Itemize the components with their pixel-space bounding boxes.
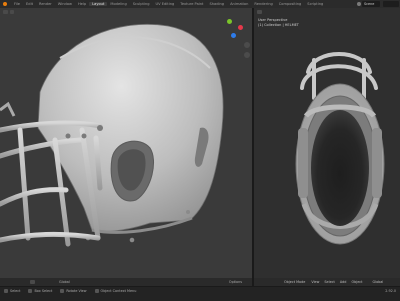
helmet-side-view [0,23,224,247]
gizmo-z-axis[interactable] [231,33,236,38]
mouse-drag-icon [28,288,33,293]
workspace-tabs: File Edit Render Window Help Layout Modeling Sc… [11,2,326,6]
right-3d-viewport[interactable]: User Perspective (1) Collection | HELMET [254,8,400,286]
status-select: Select [10,288,21,293]
right-transform-orientation[interactable]: Global [373,280,384,284]
object-menu[interactable]: Object [351,280,362,284]
pan-icon[interactable] [244,52,250,58]
tab-shading[interactable]: Shading [206,2,227,6]
helmet-bottom-view [295,52,385,245]
tab-file[interactable]: File [11,2,23,6]
tab-edit[interactable]: Edit [23,2,36,6]
tab-render[interactable]: Render [36,2,55,6]
tab-rendering[interactable]: Rendering [251,2,275,6]
tab-sculpting[interactable]: Sculpting [130,2,153,6]
status-context-menu: Object Context Menu [100,288,137,293]
tab-animation[interactable]: Animation [227,2,251,6]
mouse-right-icon [94,288,99,293]
left-viewport-footer: Global Options [0,278,252,286]
blender-logo[interactable] [2,1,8,7]
select-menu[interactable]: Select [324,280,334,284]
gizmo-x-axis[interactable] [238,25,243,30]
tab-window[interactable]: Window [55,2,75,6]
tab-modeling[interactable]: Modeling [107,2,129,6]
tab-compositing[interactable]: Compositing [276,2,305,6]
tab-scripting[interactable]: Scripting [304,2,326,6]
mouse-middle-icon [60,288,65,293]
zoom-icon[interactable] [244,42,250,48]
helmet-interior [311,110,369,226]
status-bar: Select Box Select Rotate View Object Con… [0,286,400,301]
tab-uv-editing[interactable]: UV Editing [153,2,178,6]
status-box-select: Box Select [34,288,53,293]
right-viewport-footer: Object Mode View Select Add Object Globa… [254,278,400,286]
gizmo-y-axis[interactable] [227,19,232,24]
version-label: 2.92.0 [385,288,396,293]
view-layer-selector[interactable] [383,1,399,7]
status-rotate: Rotate View [66,288,87,293]
transform-orientation[interactable]: Global [59,280,70,284]
axis-gizmo[interactable] [226,18,246,40]
view-menu[interactable]: View [311,280,319,284]
tab-help[interactable]: Help [75,2,89,6]
add-menu[interactable]: Add [340,280,347,284]
tab-texture-paint[interactable]: Texture Paint [177,2,206,6]
options-menu[interactable]: Options [229,280,242,284]
tab-layout[interactable]: Layout [89,2,108,6]
mouse-left-icon [4,288,8,293]
pivot-button[interactable] [30,280,35,284]
mode-selector[interactable]: Object Mode [284,280,305,284]
scene-selector[interactable]: Scene [357,1,380,7]
left-3d-viewport[interactable]: Global Options [0,8,252,286]
